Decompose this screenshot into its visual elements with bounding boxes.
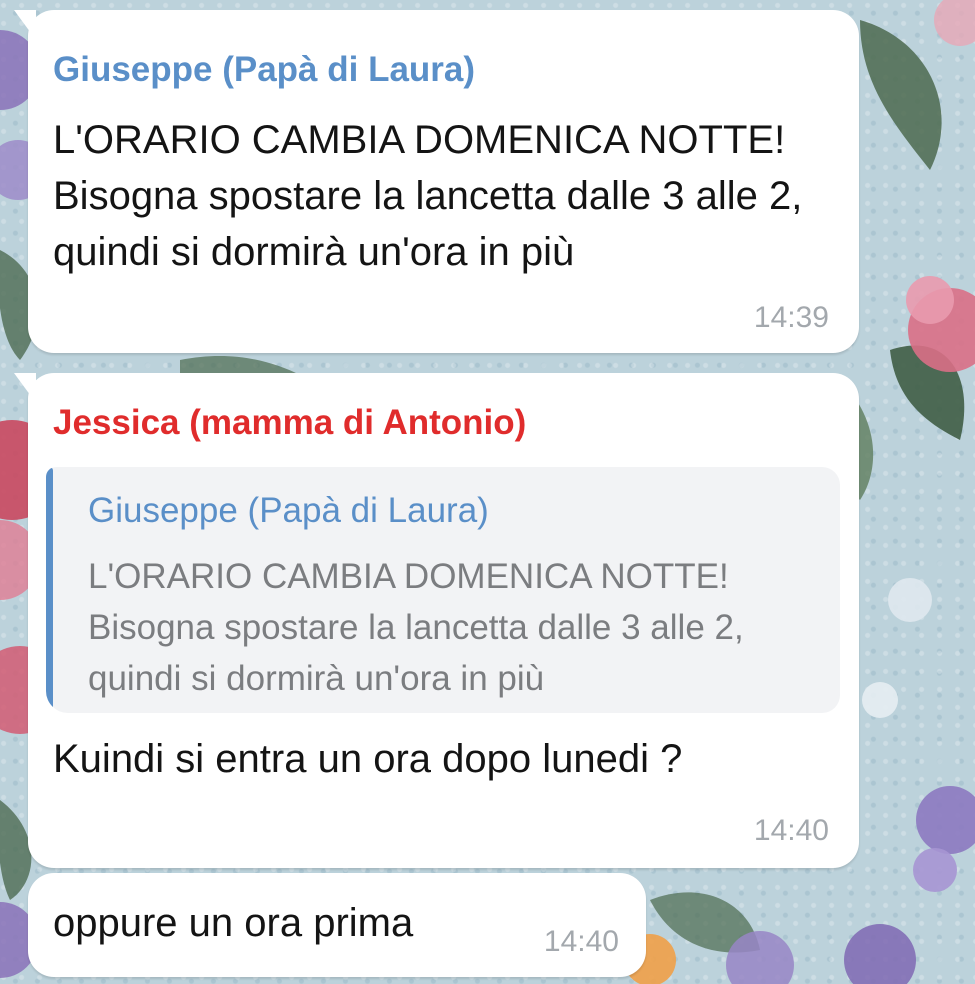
bubble-tail [14,10,48,44]
quoted-reply[interactable]: Giuseppe (Papà di Laura) L'ORARIO CAMBIA… [46,467,840,713]
message-sender-name[interactable]: Jessica (mamma di Antonio) [53,403,526,443]
message-bubble[interactable]: Jessica (mamma di Antonio) Giuseppe (Pap… [14,373,859,868]
message-sender-name[interactable]: Giuseppe (Papà di Laura) [53,50,475,90]
message-timestamp: 14:40 [753,814,829,847]
bubble-tail [14,373,48,407]
quoted-sender-name: Giuseppe (Papà di Laura) [88,491,489,530]
message-timestamp: 14:40 [543,925,619,958]
message-text: L'ORARIO CAMBIA DOMENICA NOTTE! Bisogna … [53,118,803,274]
quoted-message-text: L'ORARIO CAMBIA DOMENICA NOTTE! Bisogna … [88,557,744,698]
reply-accent-bar [46,467,53,713]
message-text: Kuindi si entra un ora dopo lunedi ? [53,737,683,781]
message-text: oppure un ora prima [53,901,414,945]
message-bubble[interactable]: oppure un ora prima 14:40 [28,873,646,977]
message-timestamp: 14:39 [753,301,829,334]
message-bubble[interactable]: Giuseppe (Papà di Laura) L'ORARIO CAMBIA… [14,10,859,353]
